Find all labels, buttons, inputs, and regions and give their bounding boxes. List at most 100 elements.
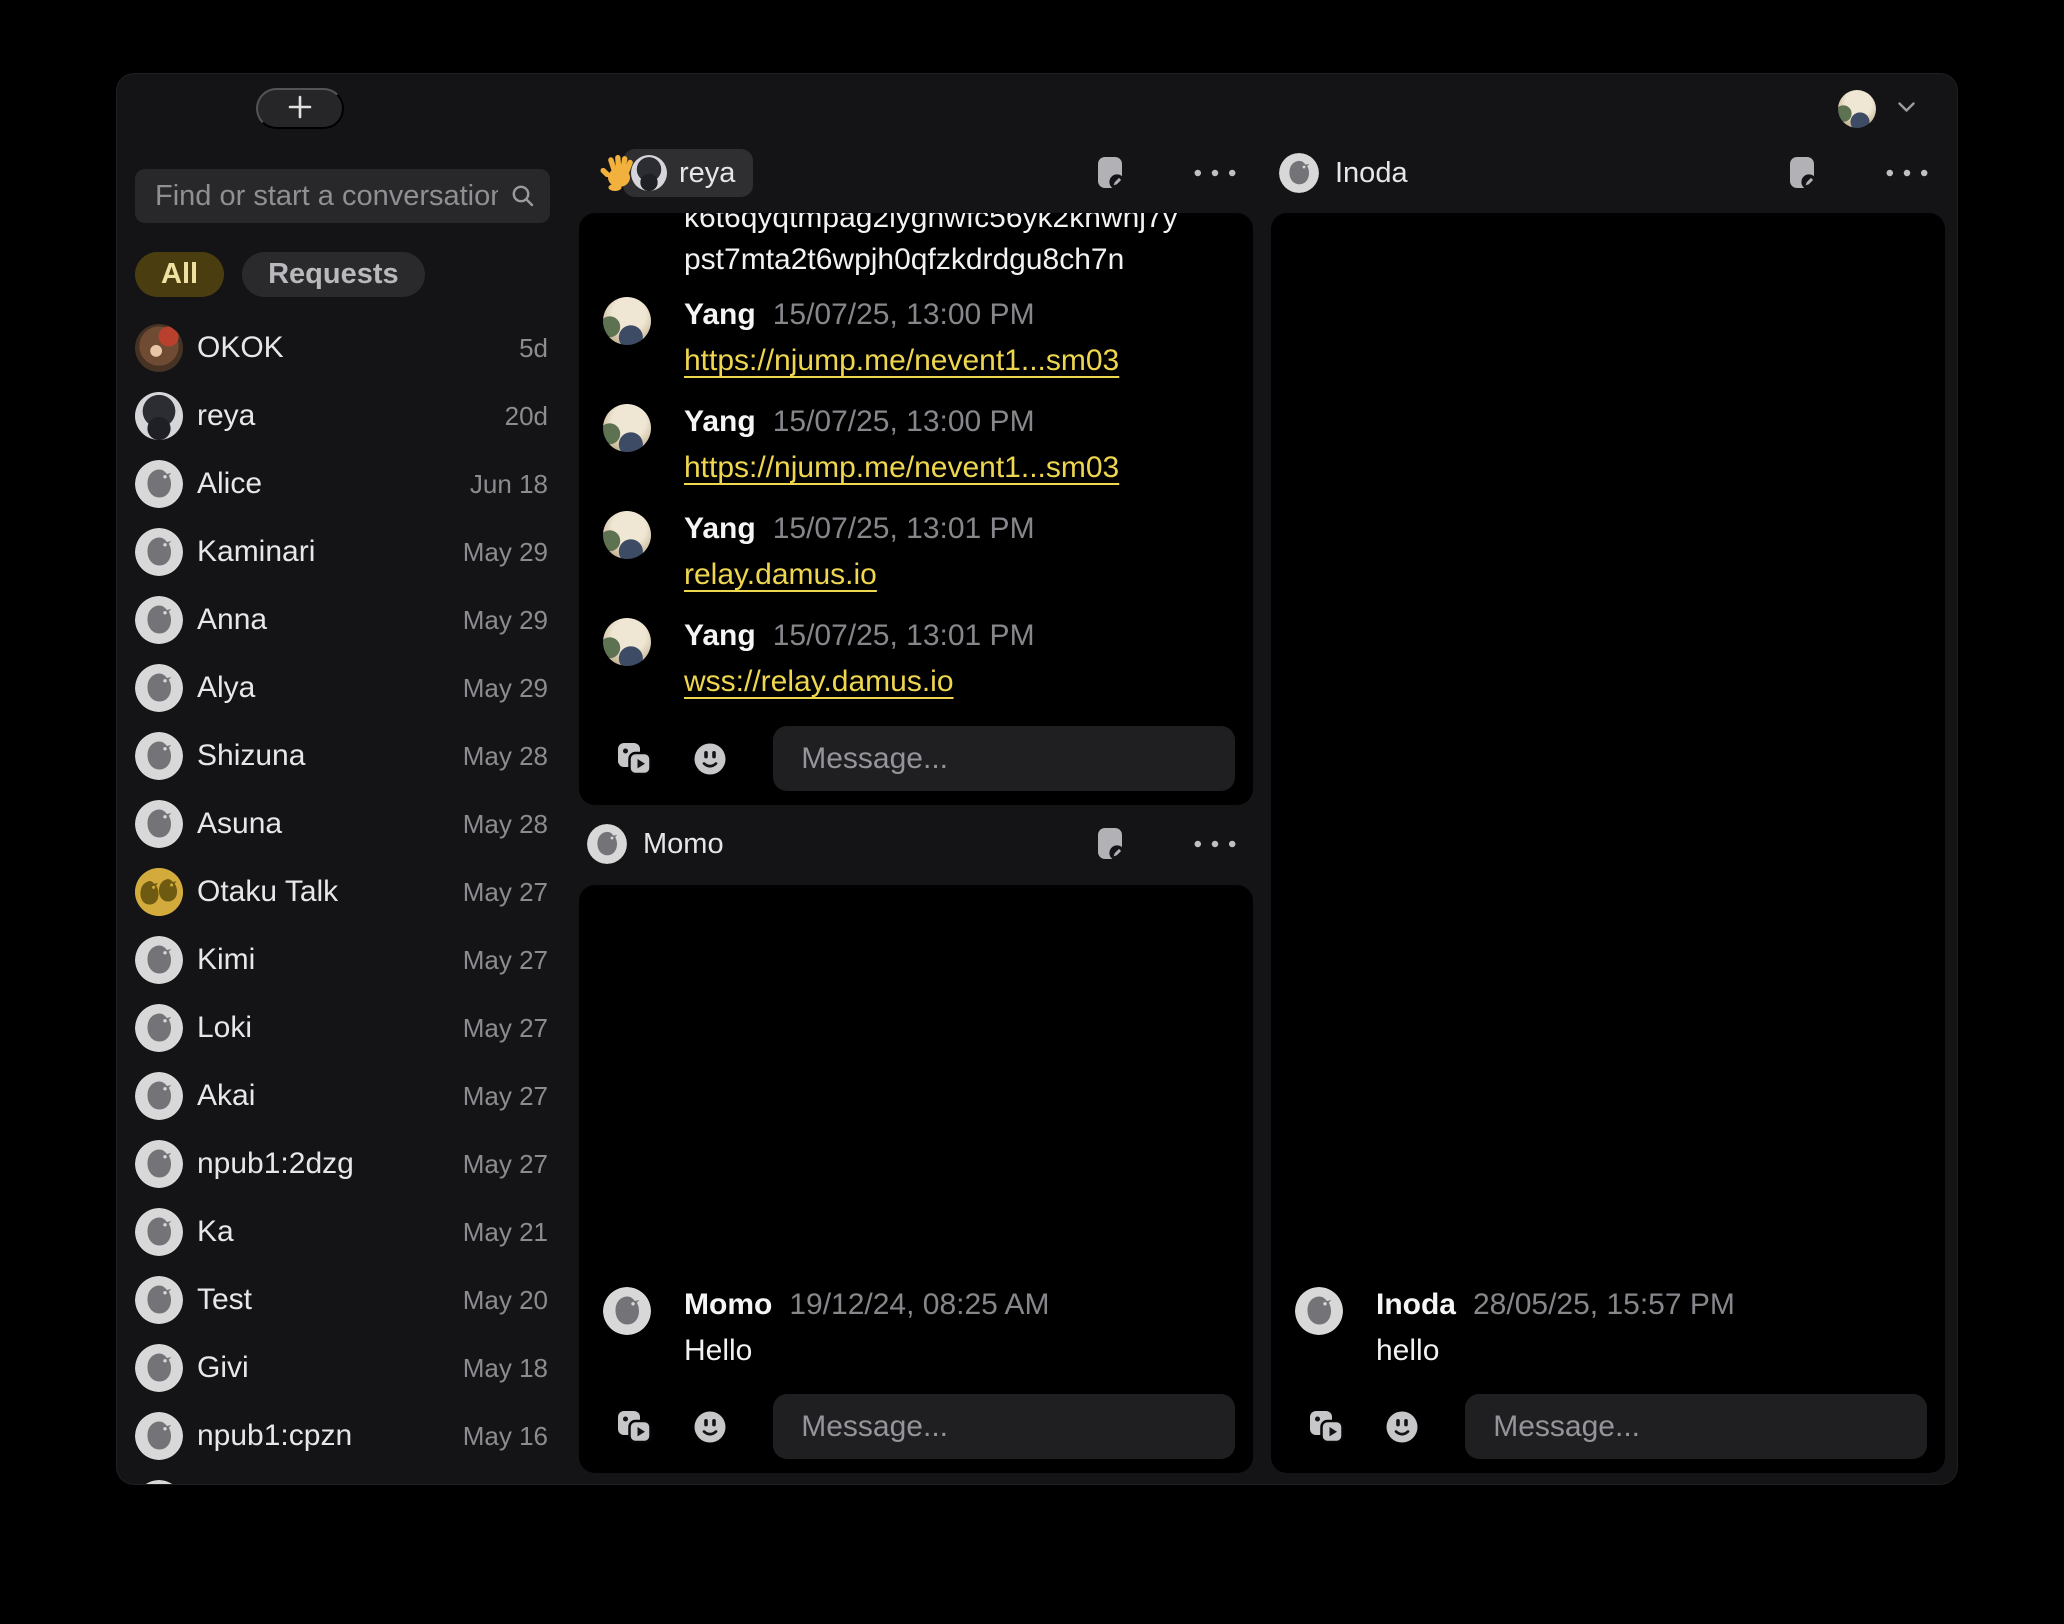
conversation-name: Kimi xyxy=(197,943,255,977)
conversation-name: npub1:cpzn xyxy=(197,1419,352,1453)
message-input[interactable] xyxy=(1465,1394,1927,1459)
message-timestamp: 15/07/25, 13:00 PM xyxy=(773,297,1035,333)
conversation-date: May 28 xyxy=(463,741,550,772)
message-avatar xyxy=(603,404,651,452)
message: Yang 15/07/25, 13:00 PM https://njump.me… xyxy=(603,297,1229,379)
compose-note-button[interactable] xyxy=(1089,822,1133,866)
message-timestamp: 15/07/25, 13:01 PM xyxy=(773,618,1035,654)
conversation-date: May 27 xyxy=(463,1081,550,1112)
conversation-row-reya[interactable]: reya 20d xyxy=(135,382,550,450)
scrollback-line: pst7mta2t6wpjh0qfzkdrdgu8ch7n xyxy=(684,239,1213,281)
chat-header-reya: reya xyxy=(579,140,1253,206)
conversation-name: OKOK xyxy=(197,331,284,365)
conversation-row-kimi[interactable]: Kimi May 27 xyxy=(135,926,550,994)
message-text: Hello xyxy=(684,1332,1050,1369)
scrollback-message: k6t6qyqtmpag2lygnwfc56yk2knwnj7y pst7mta… xyxy=(579,213,1253,281)
conversation-row-givi[interactable]: Givi May 18 xyxy=(135,1334,550,1402)
message-list: Yang 15/07/25, 13:00 PM https://njump.me… xyxy=(579,281,1253,725)
chat-header-inoda: Inoda xyxy=(1271,140,1945,206)
conversation-row-alya[interactable]: Alya May 29 xyxy=(135,654,550,722)
message-input[interactable] xyxy=(773,726,1235,791)
conversation-row-anna[interactable]: Anna May 29 xyxy=(135,586,550,654)
conversation-date: May 16 xyxy=(463,1421,550,1452)
emoji-button[interactable] xyxy=(1380,1405,1423,1449)
conversation-row-ka[interactable]: Ka May 21 xyxy=(135,1198,550,1266)
chat-panel-inoda: Inoda 28/05/25, 15:57 PM hello xyxy=(1271,213,1945,1473)
media-picker-button[interactable] xyxy=(613,737,656,781)
message-author: Yang xyxy=(684,297,756,333)
message-input-row xyxy=(1271,1394,1945,1473)
desktop-background: All Requests OKOK 5d reya 20d Alice Jun xyxy=(0,0,2064,1624)
default-bird-avatar xyxy=(135,1276,183,1324)
tab-all[interactable]: All xyxy=(135,252,224,297)
scrollback-line-clipped: k6t6qyqtmpag2lygnwfc56yk2knwnj7y xyxy=(684,213,1213,239)
conversation-date: 20d xyxy=(505,401,550,432)
conversation-row-npub-cpzn[interactable]: npub1:cpzn May 16 xyxy=(135,1402,550,1470)
peer-name: reya xyxy=(679,157,735,190)
conversation-date: May 27 xyxy=(463,1013,550,1044)
more-options-button[interactable] xyxy=(1193,151,1237,195)
avatar xyxy=(135,392,183,440)
conversation-name: Alya xyxy=(197,671,255,705)
search-input[interactable] xyxy=(135,169,550,223)
conversation-date: May 21 xyxy=(463,1217,550,1248)
conversation-row-akai[interactable]: Akai May 27 xyxy=(135,1062,550,1130)
conversation-row-okok[interactable]: OKOK 5d xyxy=(135,314,550,382)
chat-panel-momo: Momo 19/12/24, 08:25 AM Hello xyxy=(579,885,1253,1473)
conversation-row-test[interactable]: Test May 20 xyxy=(135,1266,550,1334)
media-picker-button[interactable] xyxy=(1305,1405,1348,1449)
conversation-row-shizuna[interactable]: Shizuna May 28 xyxy=(135,722,550,790)
message-input-row xyxy=(579,726,1253,805)
message-input[interactable] xyxy=(773,1394,1235,1459)
more-options-button[interactable] xyxy=(1885,151,1929,195)
default-bird-avatar xyxy=(135,800,183,848)
peer-pill-reya[interactable]: reya xyxy=(623,149,753,197)
compose-note-button[interactable] xyxy=(1781,151,1825,195)
peer-avatar xyxy=(631,155,667,191)
filter-tabs: All Requests xyxy=(135,252,425,297)
conversation-date: May 29 xyxy=(463,605,550,636)
message-timestamp: 28/05/25, 15:57 PM xyxy=(1473,1287,1735,1323)
emoji-button[interactable] xyxy=(688,1405,731,1449)
app-window: All Requests OKOK 5d reya 20d Alice Jun xyxy=(116,73,1958,1485)
chat-panel-reya: k6t6qyqtmpag2lygnwfc56yk2knwnj7y pst7mta… xyxy=(579,213,1253,805)
group-avatar xyxy=(135,868,183,916)
conversation-name: Loki xyxy=(197,1011,252,1045)
conversation-date: May 29 xyxy=(463,537,550,568)
chat-header-momo: Momo xyxy=(579,811,1253,877)
conversation-row-alice[interactable]: Alice Jun 18 xyxy=(135,450,550,518)
search-box xyxy=(135,169,550,223)
tab-requests[interactable]: Requests xyxy=(242,252,425,297)
peer-name: Inoda xyxy=(1335,157,1408,190)
conversation-row-loki[interactable]: Loki May 27 xyxy=(135,994,550,1062)
compose-note-button[interactable] xyxy=(1089,151,1133,195)
conversation-date: May 18 xyxy=(463,1353,550,1384)
default-bird-avatar xyxy=(135,936,183,984)
conversation-row-otaku-talk[interactable]: Otaku Talk May 27 xyxy=(135,858,550,926)
conversation-name: Alice xyxy=(197,467,262,501)
default-bird-avatar xyxy=(135,1004,183,1052)
emoji-button[interactable] xyxy=(688,737,731,781)
message-timestamp: 15/07/25, 13:01 PM xyxy=(773,511,1035,547)
conversation-row-kaminari[interactable]: Kaminari May 29 xyxy=(135,518,550,586)
conversation-date: 5d xyxy=(519,333,550,364)
conversation-name: npub1:2dzg xyxy=(197,1147,354,1181)
conversation-row-partial[interactable] xyxy=(135,1470,550,1485)
message-author: Yang xyxy=(684,618,756,654)
default-bird-avatar xyxy=(135,1140,183,1188)
message-link[interactable]: https://njump.me/nevent1...sm03 xyxy=(684,344,1119,377)
conversation-name: Anna xyxy=(197,603,267,637)
message-avatar xyxy=(603,618,651,666)
media-picker-button[interactable] xyxy=(613,1405,656,1449)
conversation-row-asuna[interactable]: Asuna May 28 xyxy=(135,790,550,858)
more-options-button[interactable] xyxy=(1193,822,1237,866)
message-link[interactable]: wss://relay.damus.io xyxy=(684,665,954,698)
message-avatar xyxy=(603,1287,651,1335)
waving-hand-icon xyxy=(599,154,635,197)
message-link[interactable]: relay.damus.io xyxy=(684,558,877,591)
message-link[interactable]: https://njump.me/nevent1...sm03 xyxy=(684,451,1119,484)
default-bird-avatar xyxy=(135,528,183,576)
default-bird-avatar xyxy=(135,732,183,780)
conversation-name: Kaminari xyxy=(197,535,315,569)
conversation-row-npub-2dzg[interactable]: npub1:2dzg May 27 xyxy=(135,1130,550,1198)
